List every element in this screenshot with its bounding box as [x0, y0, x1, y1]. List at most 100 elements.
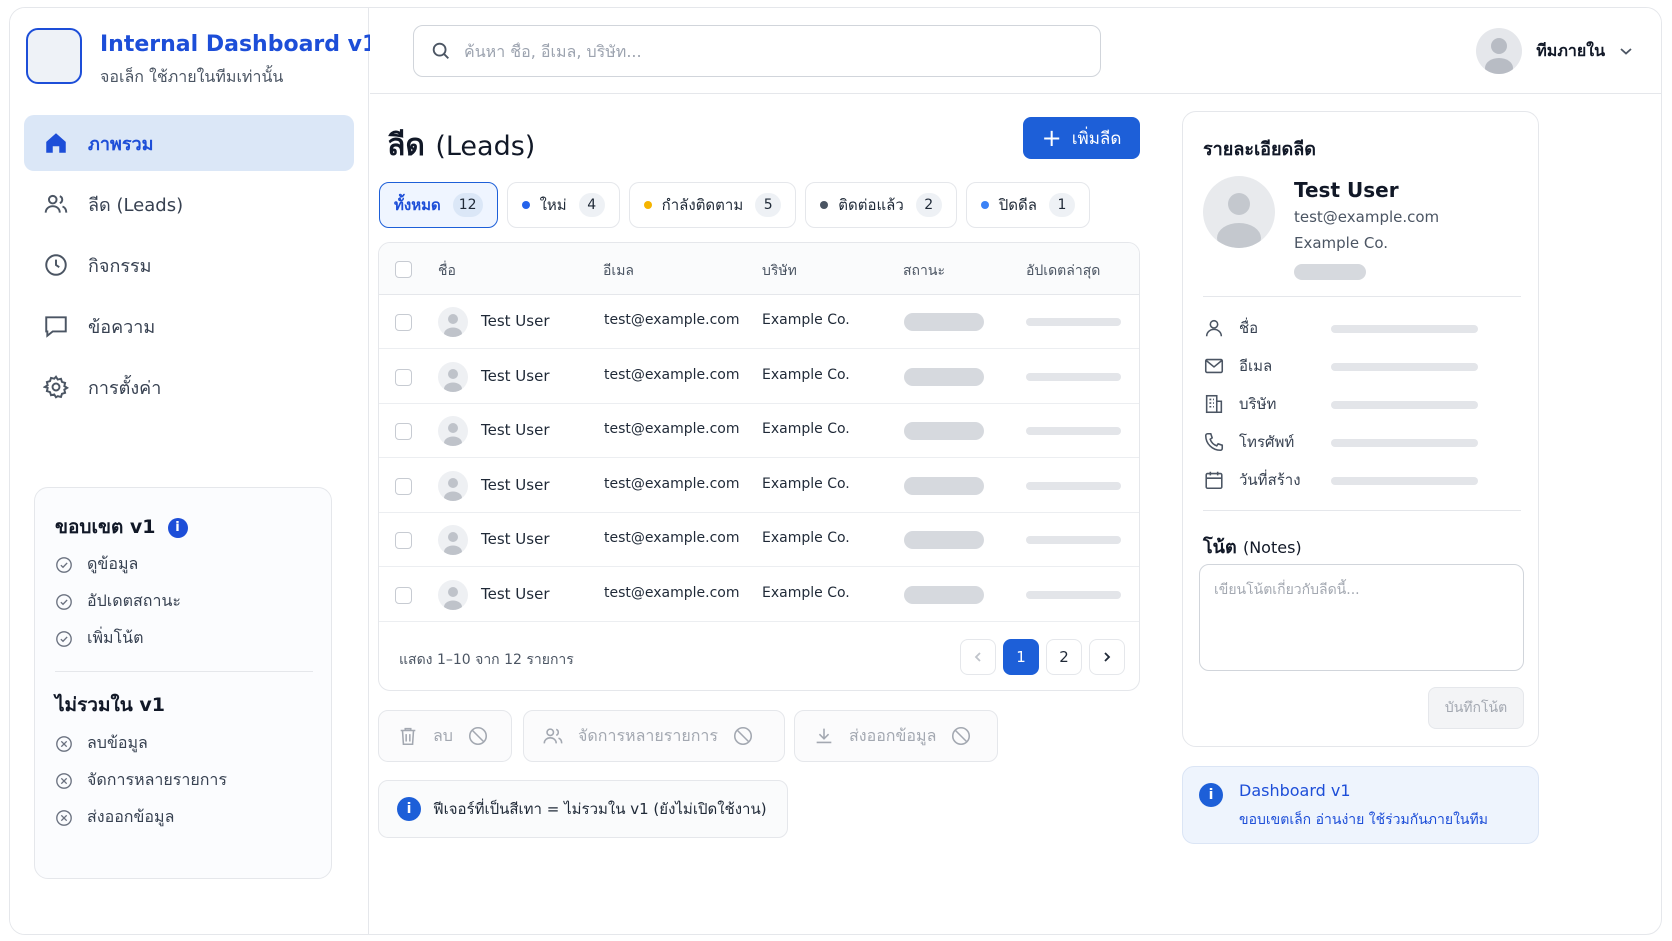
status-dot — [820, 201, 829, 209]
header-status[interactable]: สถานะ — [903, 260, 945, 282]
info-icon: i — [167, 517, 188, 538]
brand-title: Internal Dashboard v1 — [100, 32, 378, 57]
select-all-checkbox[interactable] — [395, 261, 412, 278]
scope-in-item-label: อัปเดตสถานะ — [87, 591, 181, 610]
field-created-date: วันที่สร้าง — [1203, 468, 1523, 492]
clock-icon — [42, 251, 70, 279]
tab-following[interactable]: กำลังติดตาม 5 — [628, 182, 797, 228]
tab-new[interactable]: ใหม่ 4 — [506, 182, 620, 228]
delete-button[interactable]: ลบ — [378, 710, 512, 762]
row-company: Example Co. — [762, 475, 850, 492]
phone-icon — [1204, 432, 1224, 452]
scope-in-item: อัปเดตสถานะ — [55, 589, 181, 614]
sidebar-item-overview[interactable]: ภาพรวม — [24, 115, 354, 171]
scope-in-title: ขอบเขต v1 i — [55, 512, 188, 542]
scope-divider — [55, 671, 313, 672]
next-page-button[interactable] — [1089, 639, 1125, 675]
header-email[interactable]: อีเมล — [603, 260, 634, 282]
row-email: test@example.com — [604, 584, 740, 601]
updated-placeholder — [1026, 427, 1121, 435]
row-checkbox[interactable] — [395, 368, 412, 386]
user-icon — [1205, 319, 1223, 337]
row-email: test@example.com — [604, 312, 740, 328]
header-name[interactable]: ชื่อ — [438, 260, 456, 282]
status-badge-placeholder — [904, 367, 984, 386]
search-box[interactable] — [413, 25, 1101, 77]
status-badge-placeholder — [904, 476, 984, 495]
sidebar-item-messages[interactable]: ข้อความ — [24, 298, 354, 354]
row-checkbox[interactable] — [395, 586, 412, 604]
x-circle-icon — [56, 809, 72, 826]
row-checkbox[interactable] — [395, 314, 412, 331]
save-note-button[interactable]: บันทึกโน้ต — [1428, 687, 1524, 729]
row-email: test@example.com — [604, 475, 740, 492]
row-name: Test User — [481, 584, 550, 603]
tab-all[interactable]: ทั้งหมด 12 — [379, 182, 498, 228]
row-company: Example Co. — [762, 312, 850, 328]
search-icon — [432, 42, 449, 59]
detail-email: test@example.com — [1294, 208, 1440, 226]
status-badge-placeholder — [904, 585, 984, 604]
header-updated[interactable]: อัปเดตล่าสุด — [1026, 260, 1100, 282]
home-icon — [42, 129, 70, 157]
search-input[interactable] — [464, 41, 1064, 61]
updated-placeholder — [1026, 481, 1121, 490]
topbar: ทีมภายใน — [370, 8, 1661, 94]
bulk-manage-label: จัดการหลายรายการ — [578, 725, 718, 745]
tab-label: กำลังติดตาม — [661, 196, 744, 214]
table-row[interactable]: Test User test@example.com Example Co. — [379, 350, 1139, 404]
field-label: วันที่สร้าง — [1239, 471, 1301, 489]
user-menu[interactable]: ทีมภายใน — [1476, 28, 1633, 74]
scope-out-title: ไม่รวมใน v1 — [55, 694, 165, 716]
x-circle-icon — [56, 772, 72, 789]
add-lead-button[interactable]: + เพิ่มลีด — [1023, 117, 1140, 159]
plus-icon: + — [1041, 124, 1062, 152]
tab-contacted[interactable]: ติดต่อแล้ว 2 — [805, 182, 957, 228]
row-checkbox[interactable] — [395, 423, 412, 440]
page-1-button[interactable]: 1 — [1003, 639, 1039, 675]
page-title-text: ลีด — [387, 128, 425, 163]
header-company[interactable]: บริษัท — [762, 260, 797, 282]
page-title-en: (Leads) — [435, 131, 536, 162]
trash-icon — [400, 727, 416, 746]
field-label: ชื่อ — [1239, 319, 1259, 337]
sidebar-item-label: ข้อความ — [88, 316, 156, 338]
status-dot — [643, 201, 652, 209]
prev-page-button[interactable] — [960, 639, 996, 675]
table-header: ชื่อ อีเมล บริษัท สถานะ อัปเดตล่าสุด — [379, 243, 1139, 295]
notes-textarea[interactable] — [1199, 564, 1524, 671]
tab-count: 4 — [578, 193, 605, 217]
scope-out-item-label: ส่งออกข้อมูล — [87, 807, 175, 826]
avatar — [438, 307, 468, 337]
sidebar-nav: ภาพรวม ลีด (Leads) กิจกรรม ข้อความ การตั… — [24, 115, 354, 420]
field-phone: โทรศัพท์ — [1203, 430, 1523, 454]
bulk-manage-button[interactable]: จัดการหลายรายการ — [523, 710, 785, 762]
row-checkbox[interactable] — [395, 477, 412, 495]
tab-count: 12 — [452, 193, 483, 217]
avatar — [438, 416, 468, 446]
brand: Internal Dashboard v1 จอเล็ก ใช้ภายในทีม… — [26, 28, 377, 88]
table-row[interactable]: Test User test@example.com Example Co. — [379, 513, 1139, 567]
building-icon — [1205, 394, 1223, 414]
sidebar-item-leads[interactable]: ลีด (Leads) — [24, 176, 354, 232]
status-dot — [980, 201, 989, 209]
sidebar-item-settings[interactable]: การตั้งค่า — [24, 359, 354, 415]
sidebar-item-activity[interactable]: กิจกรรม — [24, 237, 354, 293]
updated-placeholder — [1026, 372, 1121, 381]
updated-placeholder — [1026, 536, 1121, 544]
table-row[interactable]: Test User test@example.com Example Co. — [379, 404, 1139, 458]
disabled-legend-note: i ฟีเจอร์ที่เป็นสีเทา = ไม่รวมใน v1 (ยัง… — [378, 780, 788, 838]
tab-closed[interactable]: ปิดดีล 1 — [965, 182, 1090, 228]
row-name: Test User — [481, 475, 550, 494]
export-button[interactable]: ส่งออกข้อมูล — [794, 710, 998, 762]
sidebar-item-label: ลีด (Leads) — [88, 194, 184, 216]
status-badge-placeholder — [904, 531, 984, 549]
page-2-button[interactable]: 2 — [1046, 639, 1082, 675]
table-row[interactable]: Test User test@example.com Example Co. — [379, 568, 1139, 622]
table-row[interactable]: Test User test@example.com Example Co. — [379, 295, 1139, 349]
tab-label: ติดต่อแล้ว — [838, 196, 904, 214]
table-row[interactable]: Test User test@example.com Example Co. — [379, 459, 1139, 513]
row-checkbox[interactable] — [395, 532, 412, 549]
sidebar-item-label: กิจกรรม — [88, 255, 152, 277]
tab-count: 1 — [1048, 193, 1075, 217]
